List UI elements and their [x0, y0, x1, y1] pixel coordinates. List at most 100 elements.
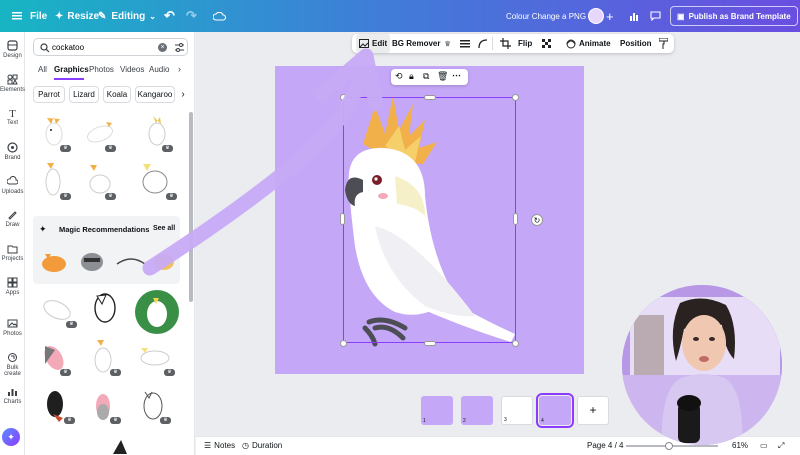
- rail-item-photos[interactable]: Photos: [0, 318, 25, 337]
- graphic-galah-2[interactable]: ♛: [85, 384, 123, 424]
- recommendation-fox[interactable]: [37, 244, 71, 276]
- graphic-cockatoo-5[interactable]: ♛: [80, 160, 118, 200]
- graphic-cockatoo-outline[interactable]: ♛: [135, 384, 173, 424]
- rail-item-design[interactable]: Design: [0, 40, 25, 59]
- grid-view-icon[interactable]: ▭: [760, 441, 768, 450]
- fullscreen-icon[interactable]: ⤢: [778, 441, 784, 451]
- graphic-cockatoo-6[interactable]: ♛: [135, 160, 179, 200]
- graphic-bird-partial[interactable]: [103, 436, 141, 455]
- magic-assistant-icon[interactable]: ✦: [2, 428, 20, 446]
- flip-button[interactable]: Flip: [518, 34, 532, 53]
- tabs-scroll-right-icon[interactable]: ›: [178, 64, 181, 74]
- rail-item-text[interactable]: T Text: [0, 108, 25, 126]
- graphic-cockatoo-8[interactable]: [85, 288, 123, 328]
- tab-graphics[interactable]: Graphics: [54, 65, 89, 74]
- resize-handle[interactable]: [340, 94, 347, 101]
- page-thumb-3[interactable]: 3: [501, 396, 533, 425]
- panel-scrollbar[interactable]: [189, 112, 193, 302]
- search-box[interactable]: ×: [33, 38, 188, 56]
- duplicate-icon[interactable]: ⧉: [423, 71, 429, 82]
- clear-search-icon[interactable]: ×: [158, 43, 167, 52]
- resize-handle[interactable]: [512, 340, 519, 347]
- side-handle-top[interactable]: [424, 95, 436, 100]
- border-style-icon[interactable]: [460, 34, 470, 53]
- recommendation-bird[interactable]: [113, 244, 147, 276]
- zoom-level[interactable]: 61%: [732, 441, 748, 450]
- chips-scroll-right-icon[interactable]: ›: [177, 86, 189, 103]
- resize-handle[interactable]: [340, 340, 347, 347]
- magic-edit-icon[interactable]: ⟲: [395, 71, 403, 82]
- resize-button[interactable]: ✦ Resize: [55, 0, 99, 32]
- delete-icon[interactable]: 🗑︎: [437, 71, 448, 82]
- editing-mode-button[interactable]: ✎ Editing ⌄: [98, 0, 156, 32]
- rail-item-brand[interactable]: Brand: [0, 142, 25, 161]
- graphic-cockatoo-10[interactable]: ♛: [133, 336, 177, 376]
- page-thumb-4[interactable]: 4: [536, 393, 574, 428]
- graphic-cockatoo-9[interactable]: ♛: [85, 336, 123, 376]
- selection-box[interactable]: [343, 97, 516, 343]
- recommendation-raccoon[interactable]: [75, 244, 109, 276]
- page-thumb-1[interactable]: 1: [421, 396, 453, 425]
- chip-kangaroo[interactable]: Kangaroo: [135, 86, 175, 103]
- side-handle-bottom[interactable]: [424, 341, 436, 346]
- graphic-cockatoo-1[interactable]: ♛: [35, 112, 73, 152]
- more-options-icon[interactable]: ⋯: [452, 70, 461, 81]
- document-title[interactable]: Colour Change a PNG: [506, 0, 586, 32]
- rail-item-projects[interactable]: Projects: [0, 243, 25, 262]
- crop-icon[interactable]: [500, 34, 511, 53]
- recommendation-chicken[interactable]: [149, 244, 179, 276]
- rail-item-draw[interactable]: Draw: [0, 209, 25, 228]
- zoom-slider-thumb[interactable]: [665, 442, 673, 450]
- animate-button[interactable]: Animate: [566, 34, 611, 53]
- file-menu[interactable]: File: [30, 0, 47, 32]
- notes-button[interactable]: ☰ Notes: [204, 441, 235, 450]
- search-input[interactable]: [52, 41, 142, 53]
- filter-icon[interactable]: [174, 42, 185, 53]
- rail-item-uploads[interactable]: Uploads: [0, 176, 25, 195]
- page-indicator[interactable]: Page 4 / 4: [587, 441, 623, 450]
- graphic-cockatoo-4[interactable]: ♛: [35, 160, 73, 200]
- paint-format-icon[interactable]: [659, 34, 668, 53]
- add-collaborator-icon[interactable]: +: [606, 0, 614, 32]
- menu-icon[interactable]: [12, 0, 22, 32]
- graphic-black-cockatoo[interactable]: ♛: [39, 384, 77, 424]
- transparency-icon[interactable]: [542, 34, 552, 53]
- redo-icon[interactable]: ↷: [186, 0, 197, 32]
- position-button[interactable]: Position: [620, 34, 652, 53]
- resize-handle[interactable]: [512, 94, 519, 101]
- lock-icon[interactable]: 🔒︎: [409, 71, 414, 82]
- corner-rounding-icon[interactable]: [478, 34, 488, 53]
- rail-item-charts[interactable]: Charts: [0, 386, 25, 405]
- tab-videos[interactable]: Videos: [120, 65, 144, 74]
- graphic-cockatoo-2[interactable]: ♛: [80, 112, 118, 152]
- rail-item-apps[interactable]: Apps: [0, 277, 25, 296]
- edit-image-button[interactable]: Edit: [356, 34, 391, 53]
- comment-icon[interactable]: [650, 0, 661, 32]
- graphic-cockatoo-7[interactable]: ♛: [35, 288, 79, 328]
- chip-koala[interactable]: Koala: [103, 86, 131, 103]
- graphic-galah-1[interactable]: ♛: [35, 336, 73, 376]
- duration-button[interactable]: ◷ Duration: [242, 441, 282, 450]
- see-all-link[interactable]: See all: [153, 225, 175, 232]
- tab-all[interactable]: All: [38, 65, 47, 74]
- graphic-cockatoo-circle[interactable]: [133, 290, 181, 334]
- tab-audio[interactable]: Audio: [149, 65, 169, 74]
- chip-lizard[interactable]: Lizard: [69, 86, 99, 103]
- cloud-saved-icon[interactable]: [213, 0, 226, 32]
- rotate-handle-icon[interactable]: ↻: [531, 214, 543, 226]
- rail-item-elements[interactable]: Elements: [0, 74, 25, 93]
- undo-icon[interactable]: ↶: [164, 0, 175, 32]
- left-rail: Design Elements T Text Brand Uploads Dra…: [0, 32, 25, 455]
- graphic-cockatoo-3[interactable]: ♛: [137, 112, 175, 152]
- side-handle-left[interactable]: [340, 213, 345, 225]
- insights-icon[interactable]: [629, 0, 639, 32]
- add-page-button[interactable]: +: [577, 396, 609, 425]
- bg-remover-button[interactable]: BG Remover ♛: [392, 34, 451, 53]
- user-avatar[interactable]: [588, 0, 604, 32]
- side-handle-right[interactable]: [513, 213, 518, 225]
- page-thumb-2[interactable]: 2: [461, 396, 493, 425]
- publish-brand-template-button[interactable]: ▣ Publish as Brand Template: [670, 6, 798, 26]
- tab-photos[interactable]: Photos: [89, 65, 114, 74]
- rail-item-bulk-create[interactable]: Bulk create: [0, 352, 25, 377]
- chip-parrot[interactable]: Parrot: [33, 86, 65, 103]
